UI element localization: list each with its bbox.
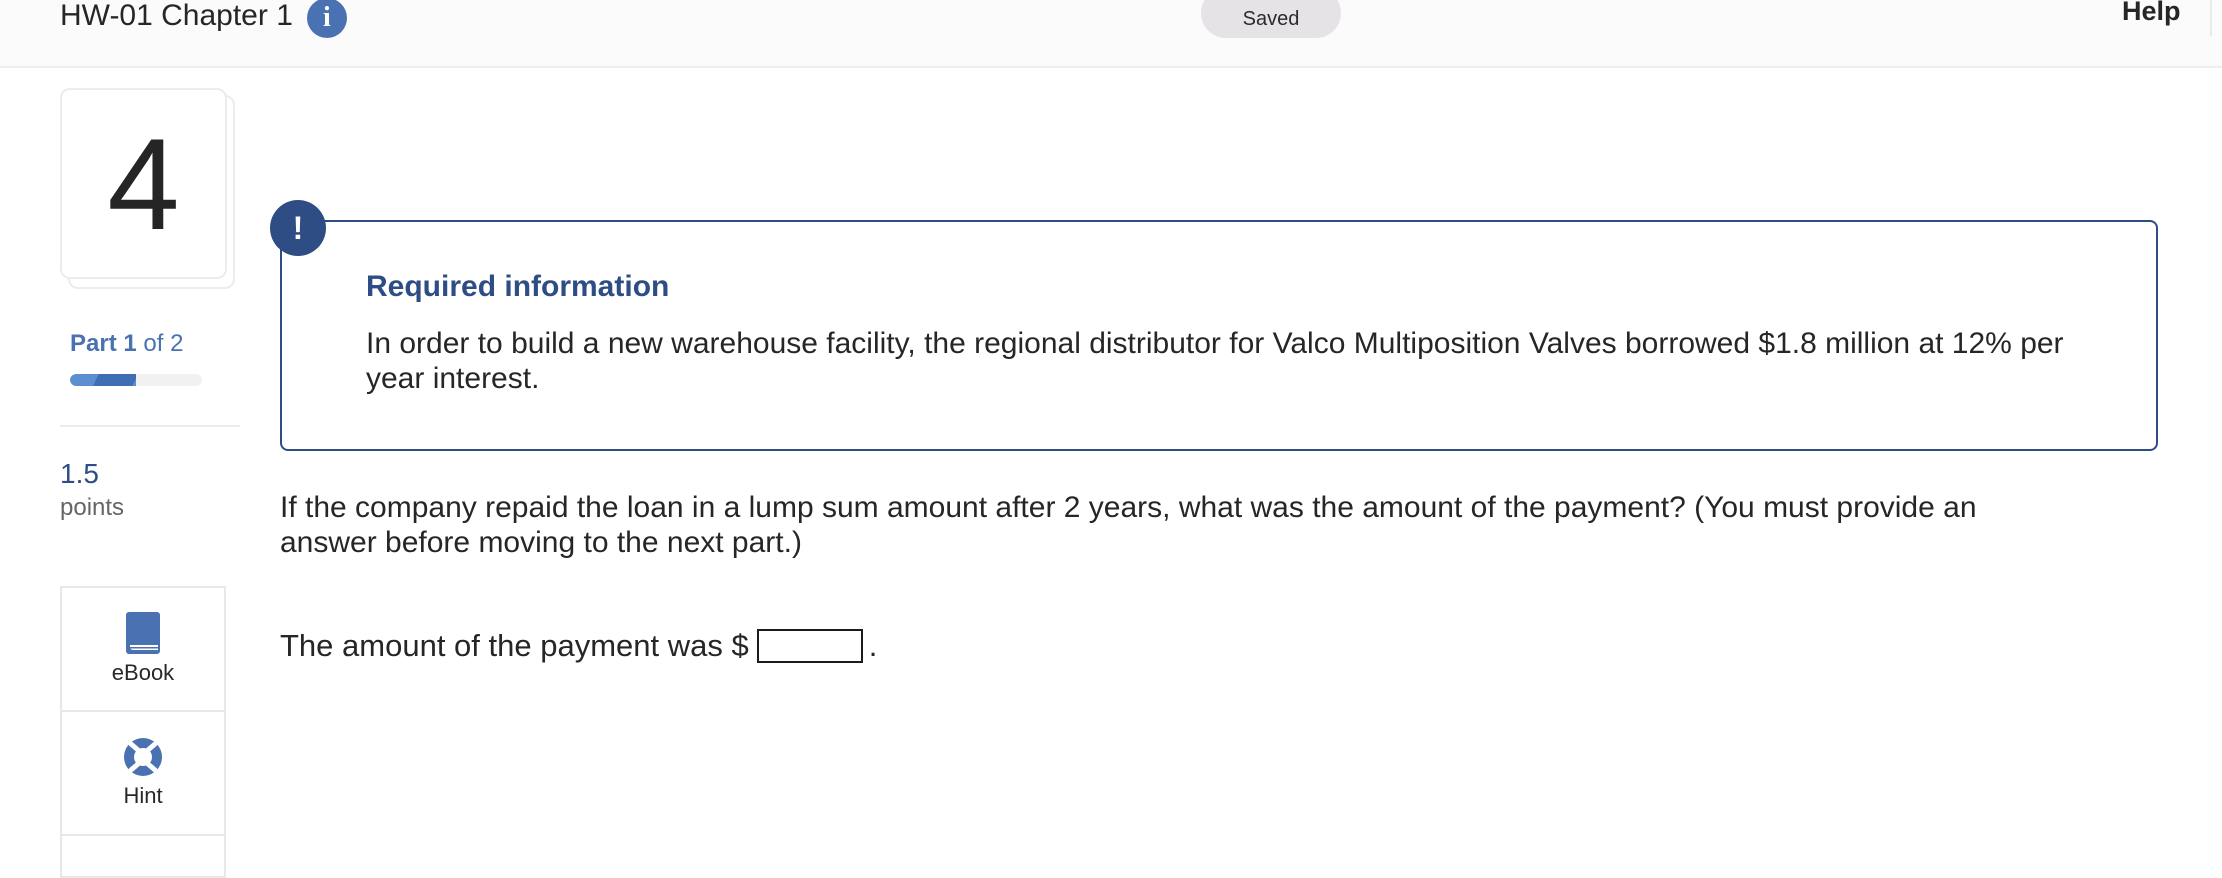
- part-indicator: Part 1 of 2: [70, 330, 183, 358]
- tools-panel: eBook Hint: [60, 586, 226, 878]
- info-icon[interactable]: i: [306, 0, 347, 38]
- answer-suffix: .: [868, 628, 878, 663]
- question-number: 4: [60, 88, 227, 279]
- header-divider: [2210, 0, 2212, 36]
- top-header: HW-01 Chapter 1 i Saved Help: [0, 0, 2222, 68]
- hint-button[interactable]: Hint: [62, 712, 224, 836]
- answer-line: The amount of the payment was $ .: [280, 628, 877, 664]
- sidebar-divider: [60, 425, 240, 427]
- help-button[interactable]: Help: [2122, 0, 2181, 27]
- lifebuoy-icon: [124, 738, 162, 776]
- answer-prefix: The amount of the payment was $: [280, 628, 749, 663]
- tool-slot: [62, 836, 224, 878]
- required-information-text: In order to build a new warehouse facili…: [366, 327, 2064, 395]
- part-total: of 2: [143, 330, 184, 357]
- assignment-title: HW-01 Chapter 1: [60, 0, 293, 32]
- payment-amount-input[interactable]: [756, 629, 863, 663]
- points-value: 1.5: [60, 458, 99, 489]
- hint-label: Hint: [123, 783, 163, 808]
- part-prefix: Part: [70, 330, 117, 357]
- alert-icon: !: [270, 200, 326, 256]
- assignment-title-area: HW-01 Chapter 1 i: [60, 0, 347, 38]
- question-text: If the company repaid the loan in a lump…: [280, 491, 1977, 559]
- part-progress-fill: [70, 374, 136, 386]
- ebook-label: eBook: [111, 660, 175, 685]
- save-status-badge: Saved: [1201, 0, 1341, 38]
- part-current: 1: [123, 330, 137, 357]
- required-information-title: Required information: [366, 270, 670, 303]
- ebook-button[interactable]: eBook: [62, 588, 224, 712]
- book-icon: [126, 612, 160, 654]
- points-label: points: [60, 494, 125, 521]
- part-progress-bar: [70, 374, 202, 386]
